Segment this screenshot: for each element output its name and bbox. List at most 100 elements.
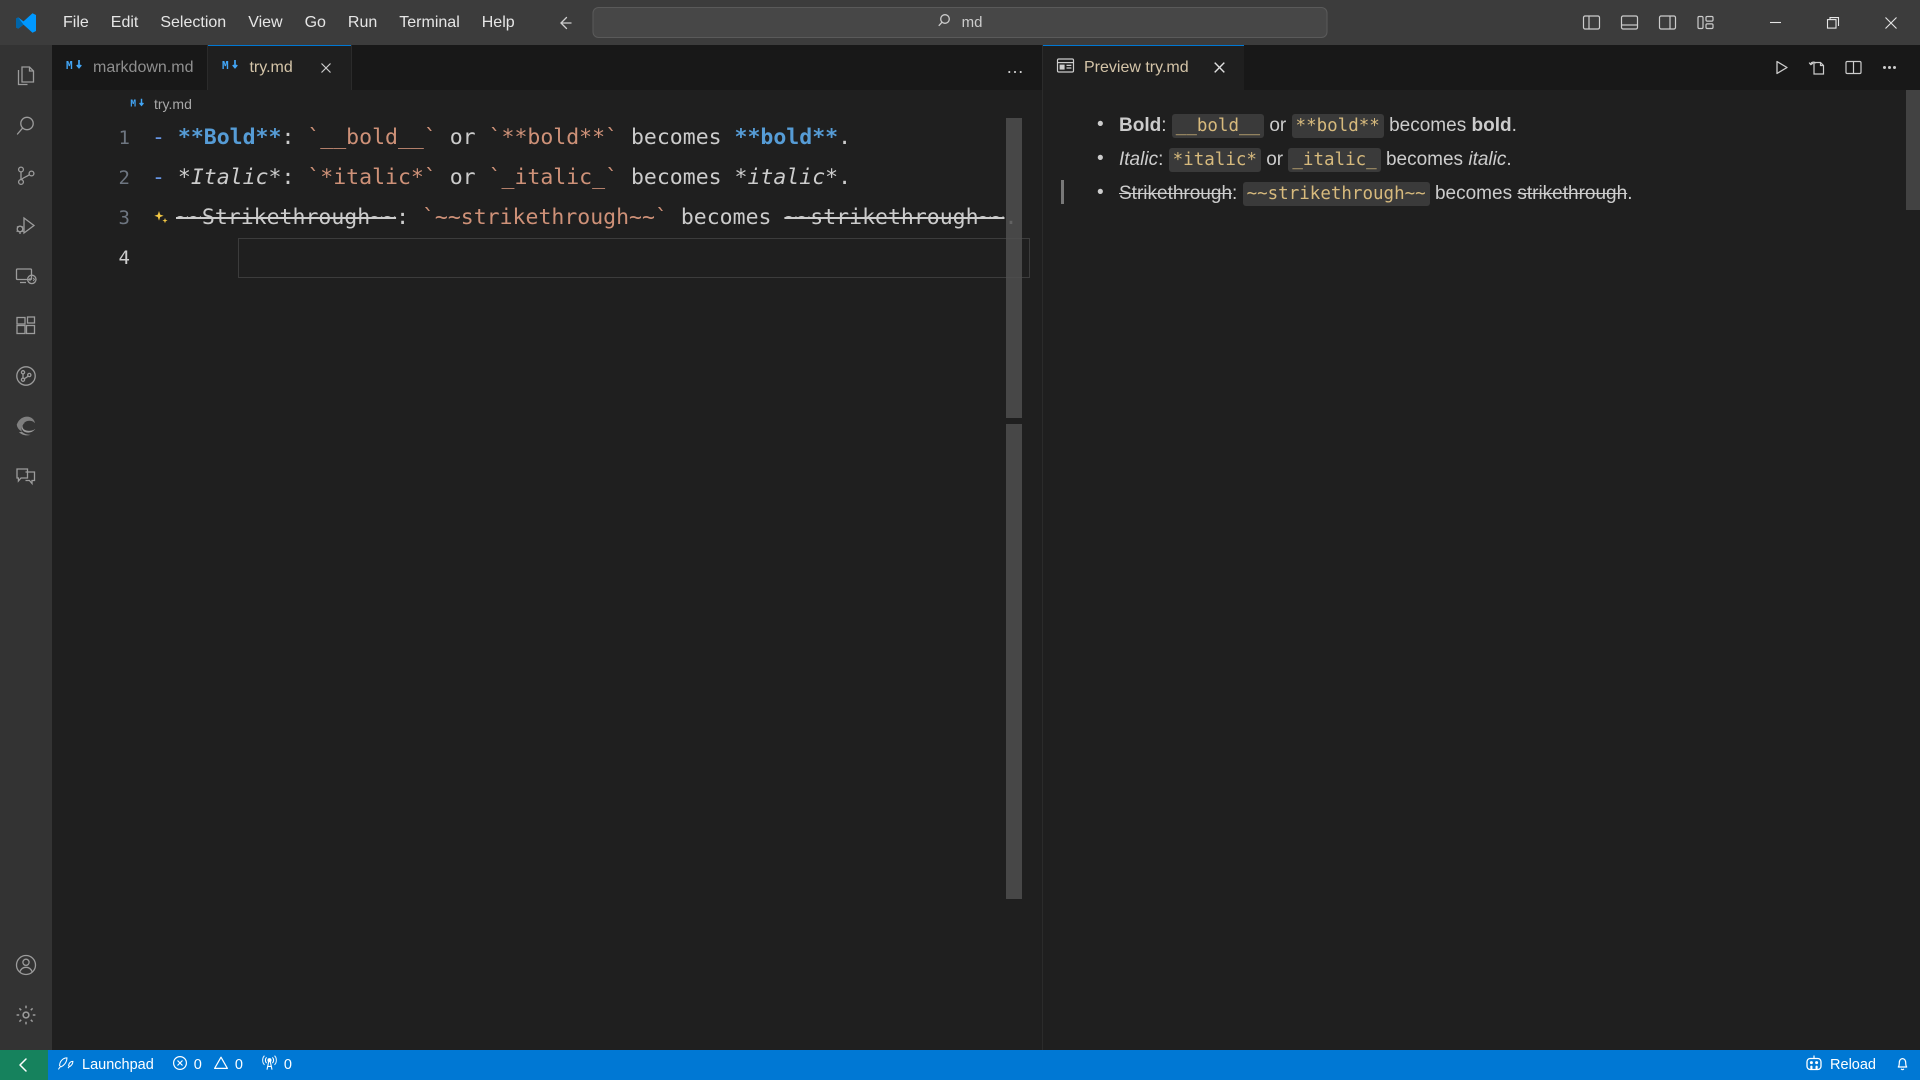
radio-tower-icon [261, 1055, 278, 1075]
breadcrumb-item-file[interactable]: try.md [154, 96, 192, 112]
editor-scrollbar-thumb[interactable] [1006, 118, 1022, 418]
status-error-count: 0 [193, 1057, 202, 1073]
activity-extensions[interactable] [0, 301, 52, 351]
activity-search[interactable] [0, 101, 52, 151]
code-token: or [436, 125, 489, 150]
code-line[interactable]: 1- **Bold**: `__bold__` or `**bold**` be… [52, 118, 1042, 158]
bell-icon [1894, 1055, 1911, 1076]
code-editor[interactable]: 1- **Bold**: `__bold__` or `**bold**` be… [52, 118, 1042, 1050]
panel-left-icon[interactable] [1572, 7, 1610, 39]
preview-scrollbar[interactable] [1906, 90, 1920, 1050]
close-icon[interactable] [315, 57, 337, 79]
menu-file[interactable]: File [52, 9, 100, 37]
ellipsis-icon[interactable] [1872, 51, 1906, 85]
command-center-value: md [961, 14, 983, 31]
editor-scrollbar-thumb-2[interactable] [1006, 424, 1022, 899]
code-token: : [396, 205, 422, 230]
ellipsis-icon[interactable]: … [1000, 53, 1030, 83]
menu-selection[interactable]: Selection [149, 9, 237, 37]
activity-source-control[interactable] [0, 151, 52, 201]
code-line[interactable]: 3 ~~Strikethrough~~: `~~strikethrough~~` … [52, 198, 1042, 238]
split-editor-icon[interactable] [1836, 51, 1870, 85]
titlebar-right [1572, 0, 1920, 45]
status-launchpad[interactable]: Launchpad [48, 1050, 163, 1080]
activity-settings[interactable] [0, 990, 52, 1040]
activity-edge-tools[interactable] [0, 401, 52, 451]
workbench-body: M markdown.md M try.md … M try.md 1 - **… [0, 45, 1920, 1050]
minimize-button[interactable] [1746, 0, 1804, 45]
code-token: `**bold**` [488, 125, 619, 150]
status-warning-count: 0 [234, 1057, 243, 1073]
activity-github-pr[interactable] [0, 351, 52, 401]
code-line-text: ~~Strikethrough~~: `~~strikethrough~~` b… [152, 198, 1042, 238]
preview-icon [1056, 57, 1075, 79]
markdown-preview[interactable]: Bold: __bold__ or **bold** becomes bold.… [1043, 90, 1920, 1050]
editor-group-right: Preview try.md • Bold: __bold__ or **bol… [1042, 45, 1920, 1050]
activity-bar-top [0, 45, 52, 501]
preview-token: bold [1471, 115, 1512, 136]
code-token: becomes [618, 125, 735, 150]
panel-bottom-icon[interactable] [1610, 7, 1648, 39]
layout-grid-icon[interactable] [1686, 7, 1724, 39]
status-problems[interactable]: 0 0 [163, 1050, 252, 1080]
preview-token: becomes [1383, 115, 1472, 136]
status-ports[interactable]: 0 [252, 1050, 301, 1080]
preview-scrollbar-thumb[interactable] [1906, 90, 1920, 210]
preview-bullet-bold: Bold: __bold__ or **bold** becomes bold. [1091, 109, 1890, 142]
tab-try-md[interactable]: M try.md [208, 45, 352, 90]
code-token: **Bold** [177, 125, 282, 150]
code-content: 1- **Bold**: `__bold__` or `**bold**` be… [52, 118, 1042, 278]
code-token: *Italic* [177, 165, 282, 190]
activity-remote-explorer[interactable] [0, 251, 52, 301]
menu-help[interactable]: Help [471, 9, 526, 37]
menu-terminal[interactable]: Terminal [388, 9, 470, 37]
vscode-logo-icon [0, 11, 52, 35]
code-token: . [838, 165, 852, 190]
editor-tab-bar: M markdown.md M try.md … [52, 45, 1042, 90]
code-token: becomes [667, 205, 785, 230]
svg-text:M: M [222, 59, 229, 72]
code-token: ~~Strikethrough~~ [176, 205, 397, 230]
menu-edit[interactable]: Edit [100, 9, 150, 37]
breadcrumb: M try.md [52, 90, 1042, 118]
markdown-file-icon: M [130, 96, 147, 112]
title-bar: File Edit Selection View Go Run Terminal… [0, 0, 1920, 45]
play-icon[interactable] [1764, 51, 1798, 85]
status-live-preview[interactable]: Reload [1795, 1050, 1885, 1080]
arrow-left-icon[interactable] [554, 12, 576, 34]
code-token: `*italic*` [307, 165, 437, 190]
preview-token: *italic* [1168, 148, 1261, 172]
activity-chat[interactable] [0, 451, 52, 501]
activity-explorer[interactable] [0, 51, 52, 101]
restore-button[interactable] [1804, 0, 1862, 45]
code-line[interactable]: 4 [52, 238, 1042, 278]
close-icon[interactable] [1209, 57, 1231, 79]
code-line[interactable]: 2- *Italic*: `*italic*` or `_italic_` be… [52, 158, 1042, 198]
code-token: *italic* [734, 165, 839, 190]
code-token: . [838, 125, 852, 150]
command-center[interactable]: md [592, 7, 1328, 38]
menu-view[interactable]: View [237, 9, 293, 37]
code-line-text [152, 238, 1042, 278]
copilot-sparkle-icon[interactable] [152, 205, 170, 230]
tab-preview-try-md[interactable]: Preview try.md [1043, 45, 1244, 90]
code-token: **bold** [734, 125, 839, 150]
activity-run-debug[interactable] [0, 201, 52, 251]
line-number: 4 [118, 247, 130, 269]
code-token: ~~strikethrough~~ [784, 205, 1005, 230]
activity-accounts[interactable] [0, 940, 52, 990]
close-button[interactable] [1862, 0, 1920, 45]
preview-token: **bold** [1291, 114, 1384, 138]
panel-right-icon[interactable] [1648, 7, 1686, 39]
tab-markdown-md[interactable]: M markdown.md [52, 45, 209, 90]
code-token: becomes [618, 165, 735, 190]
markdown-file-icon: M [222, 58, 241, 77]
menu-go[interactable]: Go [294, 9, 337, 37]
status-notifications[interactable] [1885, 1050, 1920, 1080]
preview-bullet-italic: Italic: *italic* or _italic_ becomes ita… [1091, 143, 1890, 176]
remote-indicator-icon[interactable] [0, 1050, 48, 1080]
menu-run[interactable]: Run [337, 9, 388, 37]
editor-scrollbar[interactable] [1006, 118, 1022, 1050]
code-line-text: - **Bold**: `__bold__` or `**bold**` bec… [152, 118, 1042, 158]
refresh-file-icon[interactable] [1800, 51, 1834, 85]
